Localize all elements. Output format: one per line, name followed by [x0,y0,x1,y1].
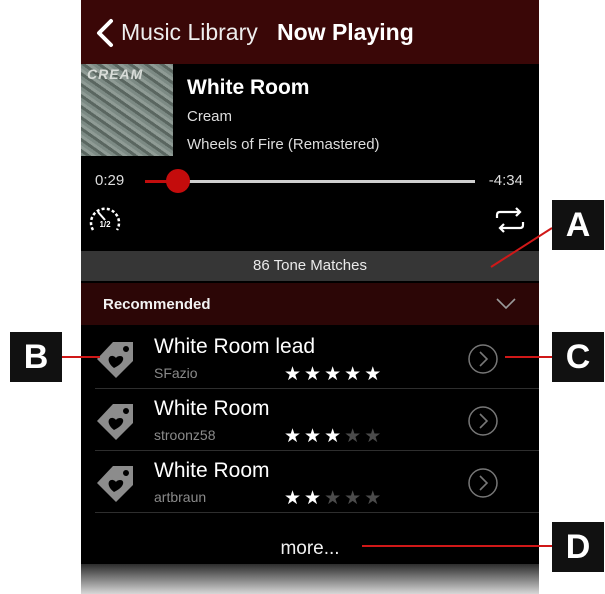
star-rating: ★★★★★ [284,363,384,386]
star-rating: ★★★★★ [284,425,384,448]
more-link[interactable]: more... [81,538,539,560]
tone-title: White Room [154,459,270,482]
chevron-right-icon[interactable] [467,405,499,437]
tone-tag-icon [97,342,133,378]
list-item[interactable]: White Room artbraun ★★★★★ [81,451,539,513]
callout-a: A [552,200,604,250]
chevron-down-icon[interactable] [495,297,517,311]
tone-tag-icon [97,404,133,440]
star-filled-icon: ★ [324,426,345,447]
tone-author: SFazio [154,365,198,381]
progress-slider[interactable] [145,169,475,193]
star-filled-icon: ★ [284,488,305,509]
recommended-header[interactable]: Recommended [81,283,539,325]
remaining-time: -4:34 [488,172,523,189]
star-filled-icon: ★ [324,364,345,385]
star-filled-icon: ★ [284,364,305,385]
track-album: Wheels of Fire (Remastered) [187,136,380,153]
tone-tag-icon [97,466,133,502]
back-chevron-icon[interactable] [93,18,117,48]
repeat-icon[interactable] [493,206,527,234]
playback-toolbar [81,564,539,594]
album-art-logo: CREAM [87,66,144,82]
tone-matches-bar[interactable]: 86 Tone Matches [81,251,539,281]
elapsed-time: 0:29 [95,172,125,189]
chevron-right-icon[interactable] [467,343,499,375]
album-art: CREAM [81,64,173,156]
star-filled-icon: ★ [344,364,365,385]
speed-label: 1/2 [99,220,111,229]
progress-thumb[interactable] [166,169,190,193]
callout-d: D [552,522,604,572]
star-filled-icon: ★ [364,364,385,385]
callout-c: C [552,332,604,382]
list-item[interactable]: White Room stroonz58 ★★★★★ [81,389,539,451]
tone-author: stroonz58 [154,427,216,443]
star-filled-icon: ★ [304,426,325,447]
tone-title: White Room lead [154,335,316,358]
page-title: Now Playing [277,19,414,45]
phone-screen: Music Library Now Playing CREAM White Ro… [81,0,539,594]
chevron-right-icon[interactable] [467,467,499,499]
star-empty-icon: ★ [324,488,345,509]
star-empty-icon: ★ [364,488,385,509]
tone-matches-label: 86 Tone Matches [253,257,367,274]
star-empty-icon: ★ [364,426,385,447]
track-artist: Cream [187,108,233,125]
star-empty-icon: ★ [344,488,365,509]
list-item[interactable]: White Room lead SFazio ★★★★★ [81,327,539,389]
star-rating: ★★★★★ [284,487,384,510]
row-divider [95,512,539,513]
callout-b: B [10,332,62,382]
navigation-bar: Music Library Now Playing [81,0,539,64]
star-filled-icon: ★ [304,488,325,509]
track-title: White Room [187,76,310,99]
star-empty-icon: ★ [344,426,365,447]
star-filled-icon: ★ [304,364,325,385]
back-button[interactable]: Music Library [121,19,258,46]
half-speed-icon[interactable]: 1/2 [87,202,123,236]
tone-author: artbraun [154,489,207,505]
recommended-label: Recommended [103,296,211,313]
tone-title: White Room [154,397,270,420]
star-filled-icon: ★ [284,426,305,447]
